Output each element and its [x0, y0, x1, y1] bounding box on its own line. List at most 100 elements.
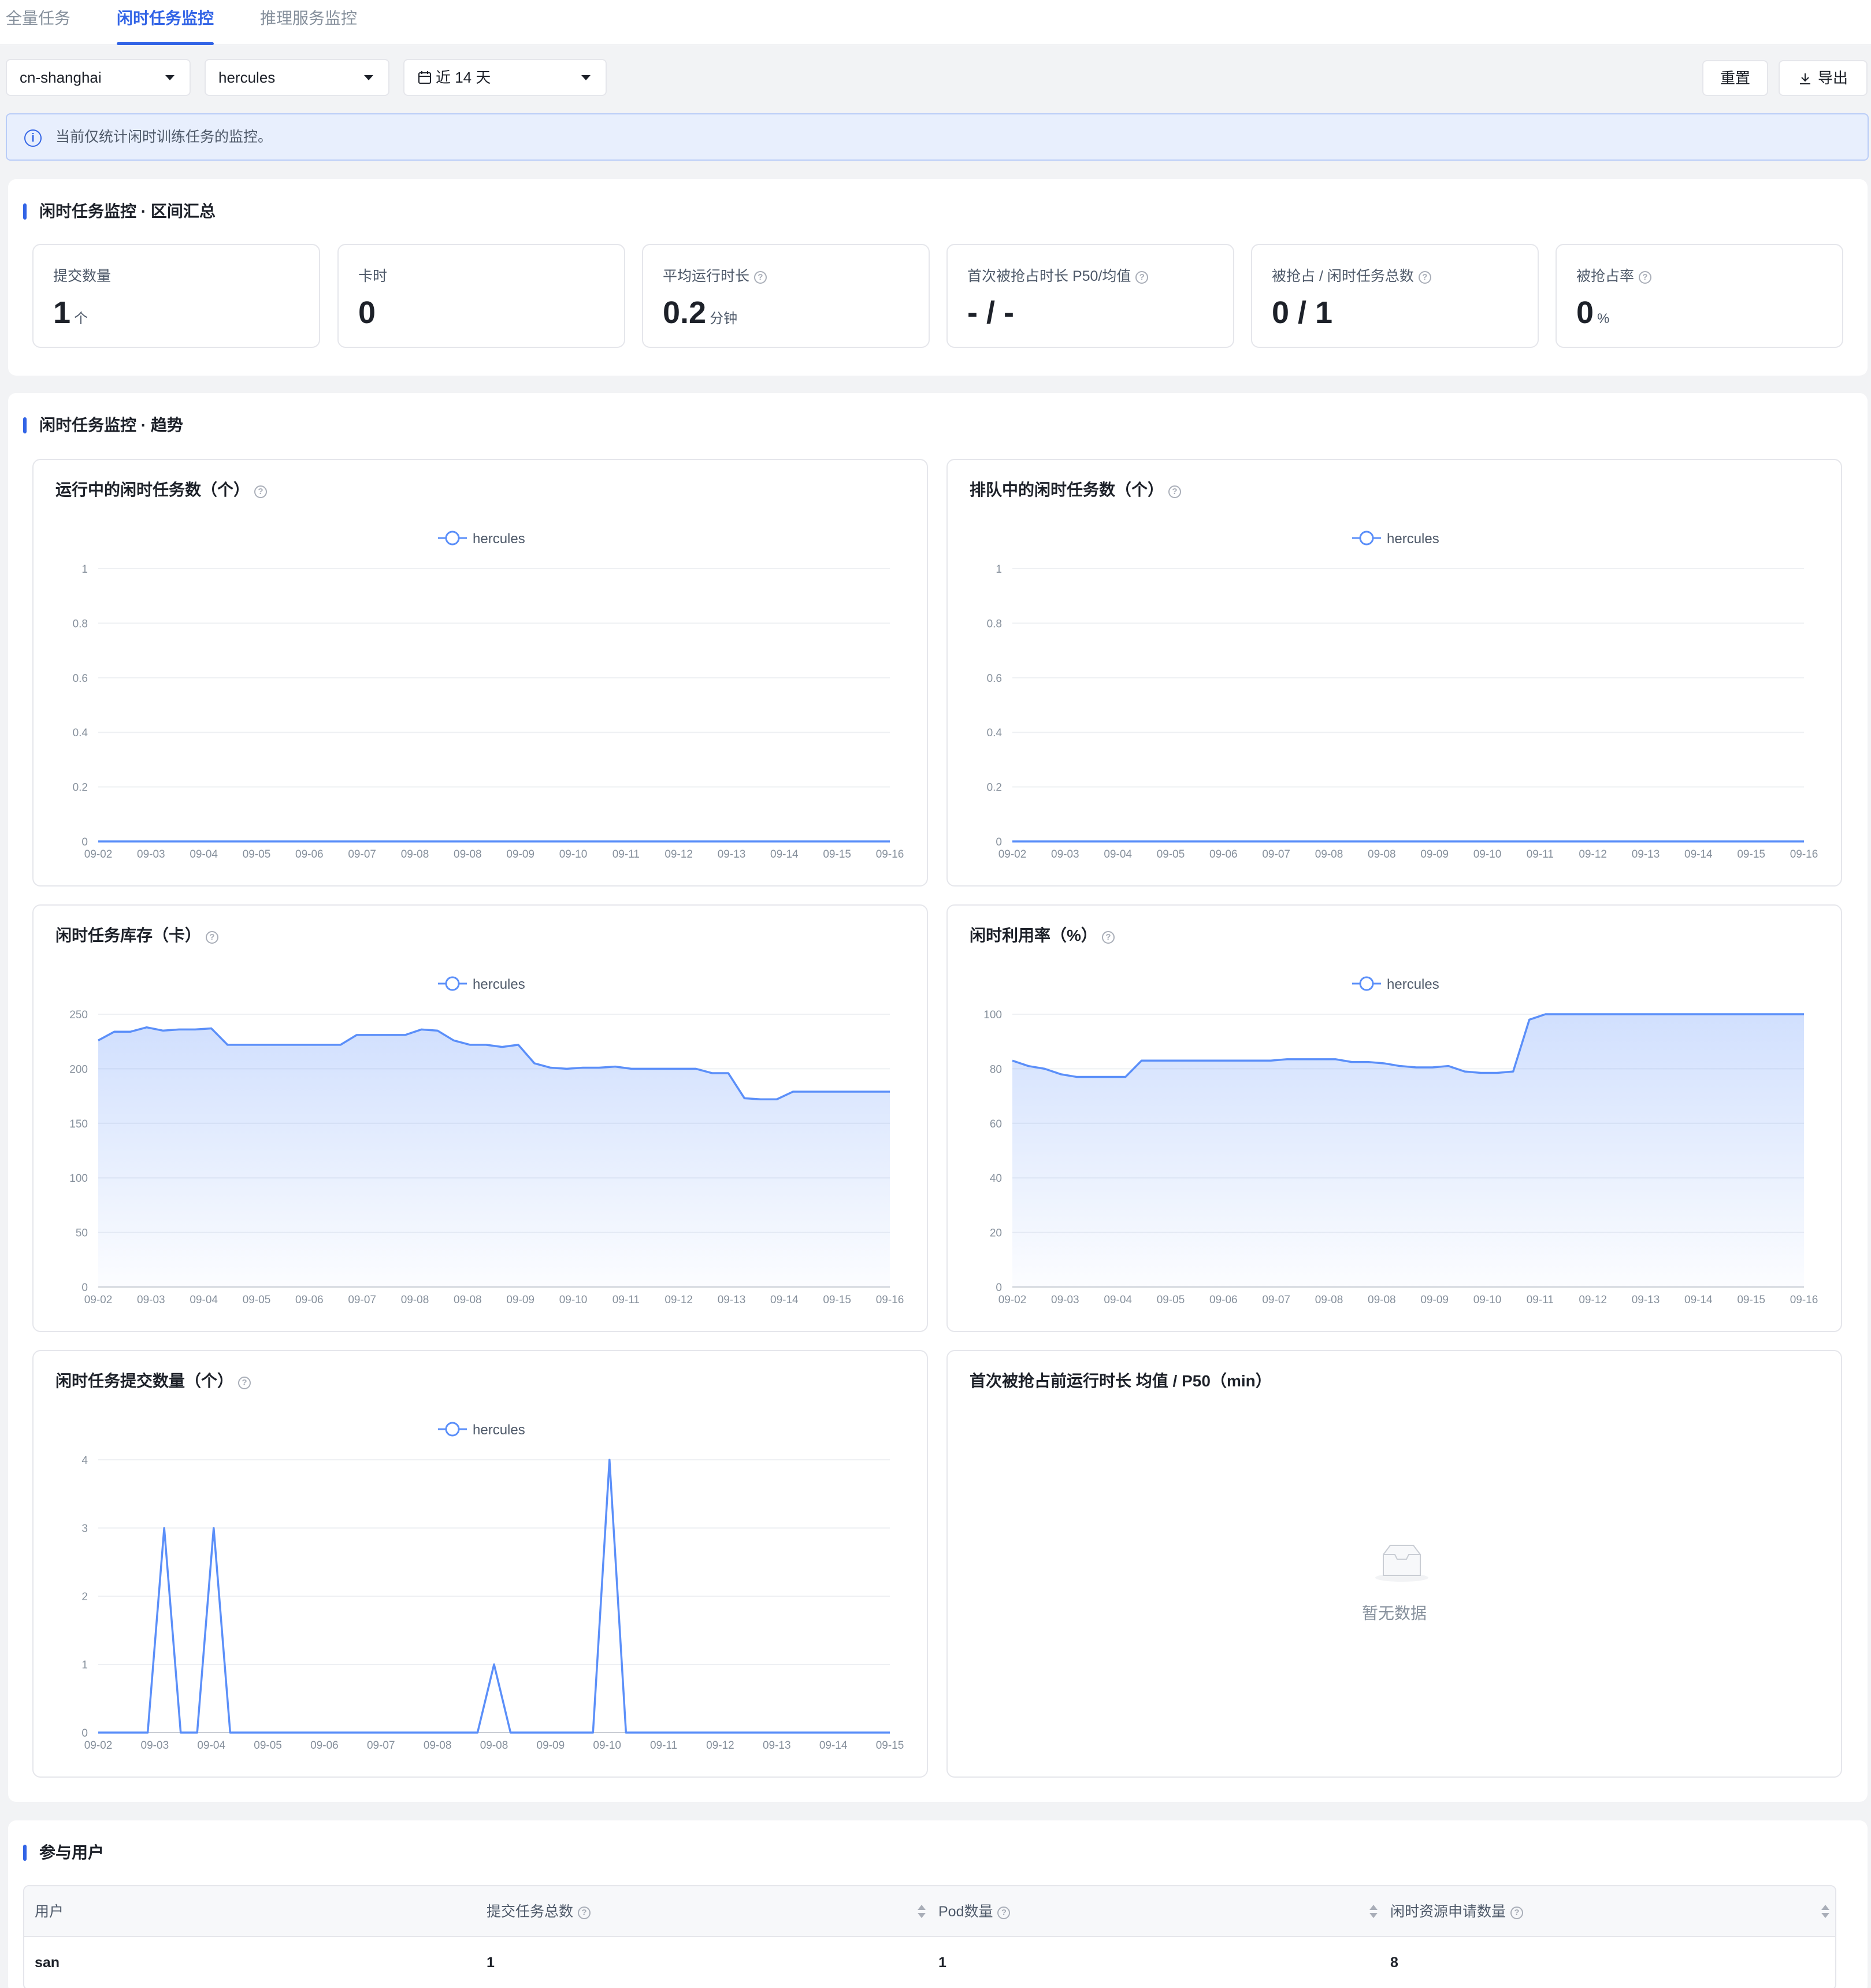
- x-tick-label: 09-06: [1209, 848, 1238, 861]
- stat-value: 0 / 1: [1272, 295, 1333, 330]
- help-icon[interactable]: ?: [1135, 271, 1149, 284]
- stat-label: 被抢占率?: [1576, 265, 1652, 285]
- y-tick-label: 0.8: [987, 618, 1002, 630]
- chevron-down-icon: [165, 75, 175, 80]
- table-cell: san: [35, 1954, 60, 1971]
- info-alert-text: 当前仅统计闲时训练任务的监控。: [55, 129, 273, 145]
- help-icon[interactable]: ?: [997, 1907, 1011, 1919]
- y-tick-label: 250: [69, 1009, 88, 1021]
- column-header[interactable]: 闲时资源申请数量?: [1390, 1886, 1524, 1937]
- x-tick-label: 09-08: [1368, 1294, 1396, 1306]
- table-cell: 8: [1390, 1954, 1398, 1971]
- region-select[interactable]: cn-shanghai: [6, 59, 191, 96]
- x-tick-label: 09-03: [1051, 1294, 1079, 1306]
- x-tick-label: 09-13: [718, 848, 746, 861]
- stat-value: 1个: [53, 295, 88, 330]
- users-table: 用户 提交任务总数? Pod数量? 闲时资源申请数量? san 1 1 8: [23, 1885, 1836, 1988]
- x-tick-label: 09-04: [1104, 1294, 1132, 1306]
- sort-icon[interactable]: [1821, 1905, 1829, 1919]
- chart-panel: 闲时任务库存（卡）? 0 50 100 150 200 250 09-02 09-03 09-04…: [32, 904, 928, 1332]
- export-button[interactable]: 导出: [1779, 60, 1868, 96]
- y-tick-label: 1: [81, 563, 88, 576]
- line-chart: 0 1 2 3 4 09-02 09-03 09-04 09-05 09-06 09-07 09-08…: [81, 1422, 904, 1752]
- region-select-value: cn-shanghai: [20, 69, 102, 86]
- x-tick-label: 09-14: [770, 1294, 799, 1306]
- help-icon[interactable]: ?: [1418, 271, 1431, 284]
- sort-icon[interactable]: [1369, 1905, 1378, 1919]
- y-tick-label: 0.4: [987, 727, 1003, 739]
- stat-label: 提交数量: [53, 268, 112, 284]
- table-cell: 1: [487, 1954, 495, 1971]
- x-tick-label: 09-03: [137, 1294, 165, 1306]
- y-tick-label: 0.6: [987, 673, 1002, 685]
- tab-inference-monitor[interactable]: 推理服务监控: [260, 0, 357, 45]
- help-icon[interactable]: ?: [754, 271, 767, 284]
- x-tick-label: 09-10: [1473, 848, 1502, 861]
- chevron-down-icon: [581, 75, 591, 80]
- help-icon[interactable]: ?: [1510, 1907, 1524, 1919]
- y-tick-label: 200: [69, 1063, 88, 1075]
- legend-marker: [1359, 531, 1374, 546]
- y-tick-label: 20: [990, 1227, 1002, 1240]
- calendar-icon: [418, 71, 431, 84]
- tab-label: 闲时任务监控: [117, 9, 214, 27]
- stat-label: 平均运行时长?: [663, 265, 767, 285]
- chart-panel: 闲时利用率（%）? 0 20 40 60 80 100 09-02 09-03 09-04 09-0…: [946, 904, 1842, 1332]
- x-tick-label: 09-02: [998, 1294, 1027, 1306]
- x-tick-label: 09-12: [1579, 848, 1607, 861]
- y-tick-label: 0: [81, 1282, 88, 1294]
- x-tick-label: 09-15: [823, 1294, 851, 1306]
- empty-box-icon: [1375, 1545, 1428, 1582]
- users-table-header: 用户 提交任务总数? Pod数量? 闲时资源申请数量?: [24, 1886, 1835, 1937]
- y-tick-label: 0.6: [73, 673, 88, 685]
- x-tick-label: 09-04: [1104, 848, 1132, 861]
- x-tick-label: 09-16: [876, 848, 904, 861]
- y-tick-label: 1: [81, 1659, 88, 1671]
- x-tick-label: 09-02: [84, 1294, 113, 1306]
- reset-button[interactable]: 重置: [1702, 60, 1768, 96]
- legend-marker: [1359, 976, 1374, 991]
- tab-all-jobs[interactable]: 全量任务: [6, 0, 70, 45]
- stat-card: 首次被抢占时长 P50/均值? - / -: [946, 244, 1234, 348]
- x-tick-label: 09-08: [1315, 848, 1343, 861]
- x-tick-label: 09-02: [84, 848, 113, 861]
- stat-value: 0: [358, 295, 376, 330]
- x-tick-label: 09-08: [401, 848, 429, 861]
- x-tick-label: 09-04: [190, 1294, 218, 1306]
- help-icon[interactable]: ?: [1639, 271, 1652, 284]
- x-tick-label: 09-07: [1262, 1294, 1290, 1306]
- x-tick-label: 09-08: [1368, 848, 1396, 861]
- stat-label: 首次被抢占时长 P50/均值?: [967, 265, 1149, 285]
- stat-value: 0.2 分钟: [663, 295, 738, 330]
- help-icon[interactable]: ?: [578, 1907, 591, 1919]
- x-tick-label: 09-12: [664, 1294, 693, 1306]
- y-tick-label: 150: [69, 1118, 88, 1130]
- line-chart: 0 0.2 0.4 0.6 0.8 1 09-02 09-03 09-04 09-05 09-06 0…: [987, 531, 1818, 861]
- stat-label: 卡时: [358, 268, 388, 284]
- x-tick-label: 09-06: [295, 1294, 324, 1306]
- summary-title: 闲时任务监控 · 区间汇总: [23, 200, 216, 223]
- line-chart: 0 0.2 0.4 0.6 0.8 1 09-02 09-03 09-04 09-05 09-06 0…: [73, 531, 904, 861]
- sort-icon[interactable]: [918, 1905, 926, 1919]
- tab-label: 推理服务监控: [260, 9, 358, 27]
- x-tick-label: 09-09: [1420, 848, 1449, 861]
- cluster-select[interactable]: hercules: [205, 59, 389, 96]
- tab-idle-job-monitor[interactable]: 闲时任务监控: [117, 0, 214, 45]
- empty-state: 暂无数据: [948, 1351, 1841, 1776]
- x-tick-label: 09-14: [819, 1739, 848, 1752]
- x-tick-label: 09-14: [770, 848, 799, 861]
- legend-label: hercules: [1387, 977, 1439, 992]
- series-area: [1012, 1014, 1804, 1287]
- date-range-select[interactable]: 近 14 天: [403, 59, 607, 96]
- column-header[interactable]: Pod数量?: [938, 1886, 1011, 1937]
- x-tick-label: 09-02: [84, 1739, 113, 1752]
- legend-marker: [445, 531, 460, 546]
- chevron-down-icon: [364, 75, 373, 80]
- active-tab-indicator: [117, 42, 214, 45]
- column-header[interactable]: 提交任务总数?: [487, 1886, 591, 1937]
- x-tick-label: 09-08: [480, 1739, 508, 1752]
- x-tick-label: 09-04: [190, 848, 218, 861]
- x-tick-label: 09-09: [537, 1739, 565, 1752]
- x-tick-label: 09-08: [454, 848, 482, 861]
- x-tick-label: 09-07: [1262, 848, 1290, 861]
